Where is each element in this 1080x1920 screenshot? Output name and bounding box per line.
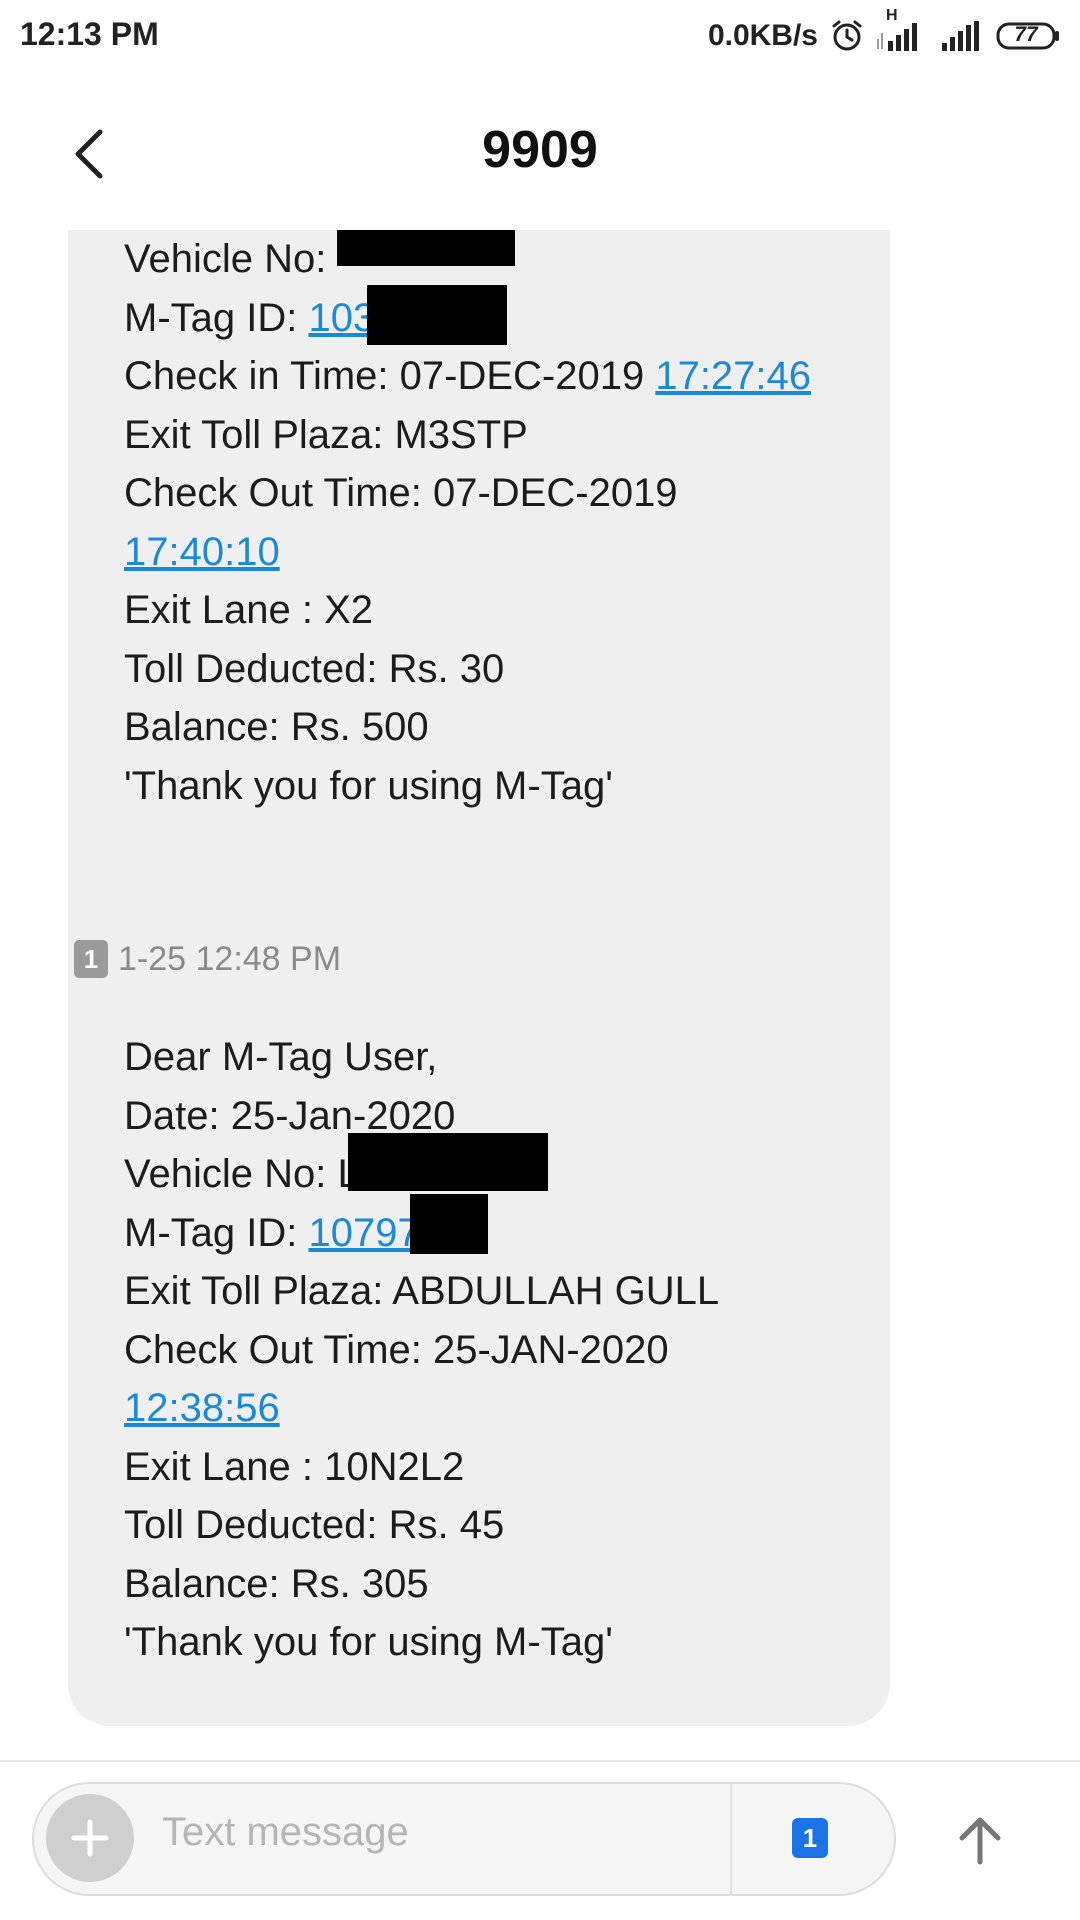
plus-icon [71, 1819, 109, 1857]
message-line: Dear M-Tag User, [124, 1035, 438, 1079]
time-link[interactable]: 17:27:46 [655, 354, 811, 398]
message-bubble[interactable]: Dear M-Tag User, Date: 25-Jan-2020 Vehic… [68, 986, 890, 1726]
battery-icon: 77 [996, 21, 1062, 51]
message-line: 12:38:56 [124, 1379, 834, 1438]
message-line: Exit Toll Plaza: M3STP [124, 412, 528, 457]
message-line: Check Out Time: 07-DEC-2019 [124, 471, 678, 515]
message-line-checkin: Check in Time: 07-DEC-2019 17:27:46 [124, 354, 812, 398]
message-line: 'Thank you for using M-Tag' [124, 763, 613, 808]
add-attachment-button[interactable] [46, 1794, 134, 1882]
conversation-title: 9909 [482, 121, 598, 179]
sim-icon: 1 [74, 940, 108, 978]
redacted-block [367, 284, 508, 345]
arrow-up-icon [959, 1817, 1001, 1865]
status-bar: 12:13 PM 0.0KB/s H 77 [0, 0, 1080, 74]
message-line: Balance: Rs. 305 [124, 1561, 429, 1606]
signal-icon: H [876, 7, 928, 53]
message-line-mtag: M-Tag ID: 10797 [124, 1193, 834, 1263]
message-timestamp: 1 1-25 12:48 PM [74, 934, 341, 984]
time-link[interactable]: 17:40:10 [124, 530, 280, 574]
compose-divider [0, 1760, 1080, 1762]
send-button[interactable] [940, 1800, 1020, 1880]
message-line-mtag: M-Tag ID: 103 [124, 284, 834, 348]
message-input[interactable]: Text message [162, 1810, 409, 1855]
compose-bar: Text message 1 [32, 1782, 896, 1896]
compose-separator [730, 1784, 732, 1894]
signal-icon [940, 19, 984, 53]
timestamp-text: 1-25 12:48 PM [118, 939, 342, 978]
mtag-id-link[interactable]: 10797 [308, 1211, 419, 1255]
message-line: Toll Deducted: Rs. 30 [124, 646, 505, 691]
redacted-block [347, 1133, 548, 1191]
message-line: Exit Toll Plaza: ABDULLAH GULL [124, 1269, 720, 1313]
time-link[interactable]: 12:38:56 [124, 1386, 280, 1430]
battery-level: 77 [1014, 23, 1038, 46]
redacted-block [409, 1193, 488, 1254]
alarm-icon [830, 19, 864, 53]
message-line: Balance: Rs. 500 [124, 705, 429, 749]
status-time: 12:13 PM [20, 16, 159, 52]
message-line: Exit Lane : X2 [124, 588, 374, 632]
message-line: Toll Deducted: Rs. 45 [124, 1503, 505, 1547]
conversation-header: 9909 [0, 110, 1080, 200]
message-line: 17:40:10 [124, 523, 834, 582]
network-type-label: H [886, 7, 898, 24]
network-speed: 0.0KB/s [707, 19, 818, 52]
message-line: 'Thank you for using M-Tag' [124, 1620, 613, 1664]
sim-select-button[interactable]: 1 [792, 1818, 828, 1858]
message-line-vehicle: Vehicle No: [124, 230, 834, 289]
mtag-id-link[interactable]: 103 [308, 296, 375, 340]
message-line: Exit Lane : 10N2L2 [124, 1444, 465, 1489]
redacted-block [337, 230, 516, 266]
message-thread[interactable]: Vehicle No: M-Tag ID: 103 Check in Time:… [0, 230, 1080, 1760]
message-line: Check Out Time: 25-JAN-2020 [124, 1327, 669, 1372]
status-icons: 0.0KB/s H 77 [707, 7, 1062, 58]
